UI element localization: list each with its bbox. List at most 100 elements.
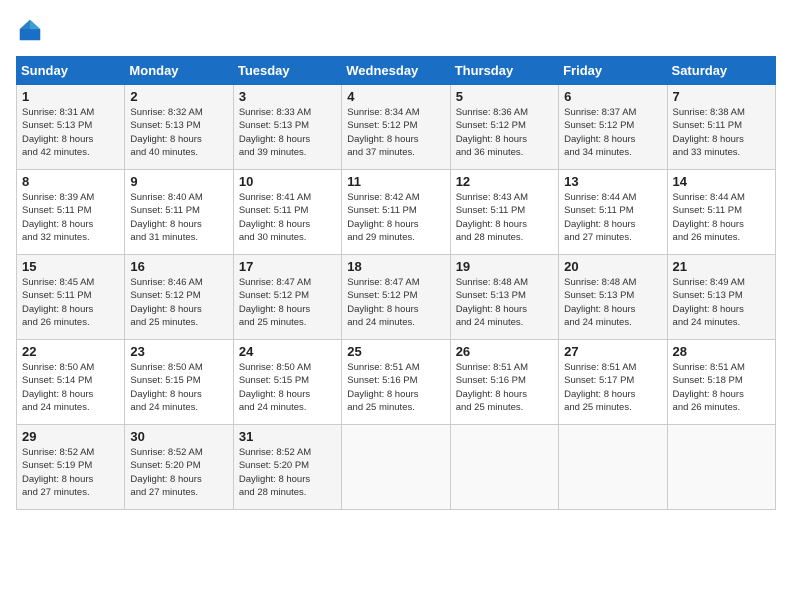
- header: [16, 16, 776, 44]
- day-number: 21: [673, 259, 770, 274]
- calendar-cell: 18 Sunrise: 8:47 AMSunset: 5:12 PMDayligh…: [342, 255, 450, 340]
- calendar-cell: 16 Sunrise: 8:46 AMSunset: 5:12 PMDayligh…: [125, 255, 233, 340]
- day-number: 26: [456, 344, 553, 359]
- calendar-cell: 13Sunrise: 8:44 AMSunset: 5:11 PMDayligh…: [559, 170, 667, 255]
- weekday-header-thursday: Thursday: [450, 57, 558, 85]
- calendar-cell: 25Sunrise: 8:51 AMSunset: 5:16 PMDayligh…: [342, 340, 450, 425]
- calendar-cell: 27 Sunrise: 8:51 AMSunset: 5:17 PMDayligh…: [559, 340, 667, 425]
- calendar-cell: 10 Sunrise: 8:41 AMSunset: 5:11 PMDayligh…: [233, 170, 341, 255]
- calendar-cell: 24 Sunrise: 8:50 AMSunset: 5:15 PMDayligh…: [233, 340, 341, 425]
- day-info: Sunrise: 8:52 AMSunset: 5:19 PMDaylight:…: [22, 446, 119, 499]
- calendar-cell: 8Sunrise: 8:39 AMSunset: 5:11 PMDaylight…: [17, 170, 125, 255]
- weekday-header-monday: Monday: [125, 57, 233, 85]
- day-info: Sunrise: 8:36 AMSunset: 5:12 PMDaylight:…: [456, 106, 553, 159]
- weekday-header-wednesday: Wednesday: [342, 57, 450, 85]
- day-info: Sunrise: 8:42 AMSunset: 5:11 PMDaylight:…: [347, 191, 444, 244]
- day-info: Sunrise: 8:52 AMSunset: 5:20 PMDaylight:…: [130, 446, 227, 499]
- day-info: Sunrise: 8:39 AMSunset: 5:11 PMDaylight:…: [22, 191, 119, 244]
- day-info: Sunrise: 8:44 AMSunset: 5:11 PMDaylight:…: [673, 191, 770, 244]
- calendar-cell: [450, 425, 558, 510]
- day-info: Sunrise: 8:33 AMSunset: 5:13 PMDaylight:…: [239, 106, 336, 159]
- day-info: Sunrise: 8:41 AMSunset: 5:11 PMDaylight:…: [239, 191, 336, 244]
- calendar-cell: 4 Sunrise: 8:34 AMSunset: 5:12 PMDaylight…: [342, 85, 450, 170]
- calendar-cell: 28 Sunrise: 8:51 AMSunset: 5:18 PMDayligh…: [667, 340, 775, 425]
- calendar-header-row: SundayMondayTuesdayWednesdayThursdayFrid…: [17, 57, 776, 85]
- day-info: Sunrise: 8:51 AMSunset: 5:16 PMDaylight:…: [347, 361, 444, 414]
- day-info: Sunrise: 8:32 AMSunset: 5:13 PMDaylight:…: [130, 106, 227, 159]
- weekday-header-sunday: Sunday: [17, 57, 125, 85]
- day-number: 19: [456, 259, 553, 274]
- day-number: 27: [564, 344, 661, 359]
- calendar-cell: 7Sunrise: 8:38 AMSunset: 5:11 PMDaylight…: [667, 85, 775, 170]
- day-info: Sunrise: 8:45 AMSunset: 5:11 PMDaylight:…: [22, 276, 119, 329]
- calendar-cell: 11 Sunrise: 8:42 AMSunset: 5:11 PMDayligh…: [342, 170, 450, 255]
- day-number: 13: [564, 174, 661, 189]
- day-info: Sunrise: 8:50 AMSunset: 5:15 PMDaylight:…: [239, 361, 336, 414]
- calendar-cell: 26 Sunrise: 8:51 AMSunset: 5:16 PMDayligh…: [450, 340, 558, 425]
- calendar-cell: 14Sunrise: 8:44 AMSunset: 5:11 PMDayligh…: [667, 170, 775, 255]
- calendar-cell: 17 Sunrise: 8:47 AMSunset: 5:12 PMDayligh…: [233, 255, 341, 340]
- day-info: Sunrise: 8:31 AMSunset: 5:13 PMDaylight:…: [22, 106, 119, 159]
- day-info: Sunrise: 8:47 AMSunset: 5:12 PMDaylight:…: [239, 276, 336, 329]
- calendar-cell: 15Sunrise: 8:45 AMSunset: 5:11 PMDayligh…: [17, 255, 125, 340]
- calendar-cell: 22 Sunrise: 8:50 AMSunset: 5:14 PMDayligh…: [17, 340, 125, 425]
- day-info: Sunrise: 8:38 AMSunset: 5:11 PMDaylight:…: [673, 106, 770, 159]
- calendar-cell: [667, 425, 775, 510]
- day-info: Sunrise: 8:48 AMSunset: 5:13 PMDaylight:…: [456, 276, 553, 329]
- calendar-cell: 20Sunrise: 8:48 AMSunset: 5:13 PMDayligh…: [559, 255, 667, 340]
- day-number: 5: [456, 89, 553, 104]
- day-info: Sunrise: 8:43 AMSunset: 5:11 PMDaylight:…: [456, 191, 553, 244]
- day-number: 4: [347, 89, 444, 104]
- day-info: Sunrise: 8:51 AMSunset: 5:17 PMDaylight:…: [564, 361, 661, 414]
- day-info: Sunrise: 8:50 AMSunset: 5:14 PMDaylight:…: [22, 361, 119, 414]
- day-number: 20: [564, 259, 661, 274]
- calendar-cell: 31Sunrise: 8:52 AMSunset: 5:20 PMDayligh…: [233, 425, 341, 510]
- day-number: 10: [239, 174, 336, 189]
- day-info: Sunrise: 8:37 AMSunset: 5:12 PMDaylight:…: [564, 106, 661, 159]
- weekday-header-tuesday: Tuesday: [233, 57, 341, 85]
- calendar-table: SundayMondayTuesdayWednesdayThursdayFrid…: [16, 56, 776, 510]
- weekday-header-friday: Friday: [559, 57, 667, 85]
- day-info: Sunrise: 8:40 AMSunset: 5:11 PMDaylight:…: [130, 191, 227, 244]
- day-number: 29: [22, 429, 119, 444]
- calendar-cell: 3 Sunrise: 8:33 AMSunset: 5:13 PMDaylight…: [233, 85, 341, 170]
- calendar-week-row: 15Sunrise: 8:45 AMSunset: 5:11 PMDayligh…: [17, 255, 776, 340]
- calendar-cell: 23 Sunrise: 8:50 AMSunset: 5:15 PMDayligh…: [125, 340, 233, 425]
- day-number: 22: [22, 344, 119, 359]
- day-info: Sunrise: 8:49 AMSunset: 5:13 PMDaylight:…: [673, 276, 770, 329]
- calendar-week-row: 29 Sunrise: 8:52 AMSunset: 5:19 PMDayligh…: [17, 425, 776, 510]
- day-info: Sunrise: 8:51 AMSunset: 5:16 PMDaylight:…: [456, 361, 553, 414]
- calendar-cell: 29 Sunrise: 8:52 AMSunset: 5:19 PMDayligh…: [17, 425, 125, 510]
- day-number: 6: [564, 89, 661, 104]
- logo-icon: [16, 16, 44, 44]
- day-info: Sunrise: 8:46 AMSunset: 5:12 PMDaylight:…: [130, 276, 227, 329]
- calendar-week-row: 1 Sunrise: 8:31 AMSunset: 5:13 PMDaylight…: [17, 85, 776, 170]
- day-number: 9: [130, 174, 227, 189]
- day-number: 1: [22, 89, 119, 104]
- calendar-cell: 6 Sunrise: 8:37 AMSunset: 5:12 PMDaylight…: [559, 85, 667, 170]
- day-number: 3: [239, 89, 336, 104]
- weekday-header-saturday: Saturday: [667, 57, 775, 85]
- calendar-cell: 1 Sunrise: 8:31 AMSunset: 5:13 PMDaylight…: [17, 85, 125, 170]
- calendar-cell: [559, 425, 667, 510]
- calendar-week-row: 22 Sunrise: 8:50 AMSunset: 5:14 PMDayligh…: [17, 340, 776, 425]
- day-number: 31: [239, 429, 336, 444]
- calendar-cell: [342, 425, 450, 510]
- calendar-cell: 19 Sunrise: 8:48 AMSunset: 5:13 PMDayligh…: [450, 255, 558, 340]
- day-info: Sunrise: 8:34 AMSunset: 5:12 PMDaylight:…: [347, 106, 444, 159]
- day-info: Sunrise: 8:50 AMSunset: 5:15 PMDaylight:…: [130, 361, 227, 414]
- day-number: 11: [347, 174, 444, 189]
- day-number: 24: [239, 344, 336, 359]
- day-info: Sunrise: 8:51 AMSunset: 5:18 PMDaylight:…: [673, 361, 770, 414]
- day-number: 18: [347, 259, 444, 274]
- day-number: 12: [456, 174, 553, 189]
- day-number: 28: [673, 344, 770, 359]
- day-info: Sunrise: 8:47 AMSunset: 5:12 PMDaylight:…: [347, 276, 444, 329]
- calendar-cell: 30Sunrise: 8:52 AMSunset: 5:20 PMDayligh…: [125, 425, 233, 510]
- day-number: 17: [239, 259, 336, 274]
- calendar-cell: 5 Sunrise: 8:36 AMSunset: 5:12 PMDaylight…: [450, 85, 558, 170]
- calendar-week-row: 8Sunrise: 8:39 AMSunset: 5:11 PMDaylight…: [17, 170, 776, 255]
- calendar-cell: 2Sunrise: 8:32 AMSunset: 5:13 PMDaylight…: [125, 85, 233, 170]
- day-number: 23: [130, 344, 227, 359]
- day-number: 16: [130, 259, 227, 274]
